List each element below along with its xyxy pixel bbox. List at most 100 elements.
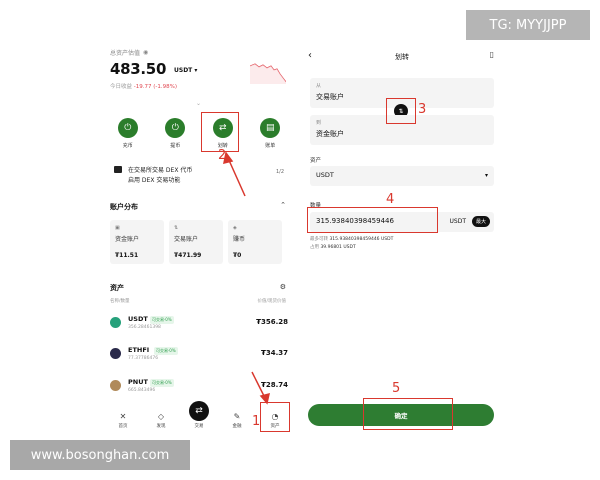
amount-unit: USDT xyxy=(449,218,467,225)
deposit-label: 充币 xyxy=(122,143,133,149)
nav-discover[interactable]: ◇ 发现 xyxy=(147,412,175,429)
dex-pager: 1/2 xyxy=(275,169,284,175)
asset-col-value: 价值/现货价值 xyxy=(257,299,286,304)
trading-account-name: 交易账户 xyxy=(174,236,199,243)
asset-symbol: ETHFI xyxy=(128,346,150,354)
asset-row-ethfi[interactable]: ETHFI 可交易·0% 77.37786476 ₮34.37 xyxy=(110,344,288,368)
deposit-icon: ⏻ xyxy=(117,118,138,138)
asset-value: ₮356.28 xyxy=(256,318,288,326)
total-balance: 483.50 xyxy=(110,60,167,78)
asset-column-headers: 名称/数量 价值/现货价值 xyxy=(110,298,286,304)
nav-trade-label: 交易 xyxy=(194,424,204,429)
trading-account-card[interactable]: ⇅ 交易账户 ₮471.99 xyxy=(169,220,223,264)
dex-line-1: 在交易所交易 DEX 代币 xyxy=(128,167,193,174)
tg-watermark: TG: MYYJJPP xyxy=(466,10,590,40)
from-label: 从 xyxy=(316,83,322,89)
trade-icon: ⇄ xyxy=(189,401,209,421)
dex-banner[interactable]: 在交易所交易 DEX 代币 启用 DEX 交易功能 1/2 xyxy=(110,163,286,187)
step-2-label: 2 xyxy=(218,148,227,163)
to-value: 资金账户 xyxy=(316,130,344,138)
balance-unit-selector[interactable]: USDT ▾ xyxy=(174,67,197,74)
page-title: 划转 xyxy=(395,53,409,61)
expand-chevron-icon[interactable]: ⌄ xyxy=(196,100,201,107)
asset-row-pnut[interactable]: PNUT 可交易·0% 665.843496 ₮28.74 xyxy=(110,376,288,400)
occupied-value: 39.96801 USDT xyxy=(320,245,356,250)
step-1-label: 1 xyxy=(252,414,261,429)
earn-account-name: 赚币 xyxy=(233,236,246,243)
pnut-coin-icon xyxy=(110,380,121,391)
asset-value: ₮28.74 xyxy=(260,381,288,389)
ethfi-coin-icon xyxy=(110,348,121,359)
balance-sparkline xyxy=(250,63,286,84)
max-transferable-label: 最多可转 xyxy=(310,237,328,242)
eye-icon[interactable]: ◉ xyxy=(143,49,148,56)
trading-account-value: ₮471.99 xyxy=(174,252,202,259)
asset-tag: 可交易·0% xyxy=(150,379,174,387)
max-button[interactable]: 最大 xyxy=(471,216,490,227)
assets-screen: 总资产估值 ◉ 483.50 USDT ▾ 今日收益 -19.77 (-1.98… xyxy=(104,40,294,435)
asset-row-usdt[interactable]: USDT 可交易·0% 356.28461398 ₮356.28 xyxy=(110,313,288,337)
withdraw-button[interactable]: ⏻ 提币 xyxy=(157,118,193,149)
asset-symbol: PNUT xyxy=(128,378,148,386)
funding-account-value: ₮11.51 xyxy=(115,252,139,259)
highlight-confirm xyxy=(363,398,453,430)
dropdown-caret-icon: ▾ xyxy=(484,172,488,179)
asset-quantity: 356.28461398 xyxy=(128,325,161,330)
from-value: 交易账户 xyxy=(316,93,344,101)
deposit-button[interactable]: ⏻ 充币 xyxy=(110,118,146,149)
nav-finance[interactable]: ✎ 金融 xyxy=(223,412,251,429)
nav-home-label: 首页 xyxy=(118,423,128,429)
account-cards: ▣ 资金账户 ₮11.51 ⇅ 交易账户 ₮471.99 ◈ 赚币 ₮0 xyxy=(110,220,282,264)
step-5-label: 5 xyxy=(392,381,401,396)
account-section-title: 账户分布 xyxy=(110,203,138,211)
nav-home[interactable]: ✕ 首页 xyxy=(109,412,137,429)
home-icon: ✕ xyxy=(119,411,127,421)
nav-trade[interactable]: ⇄ 交易 xyxy=(185,401,213,429)
withdraw-icon: ⏻ xyxy=(165,118,186,138)
asset-quantity: 665.843496 xyxy=(128,388,156,393)
funding-icon: ▣ xyxy=(115,225,120,231)
earn-account-card[interactable]: ◈ 赚币 ₮0 xyxy=(228,220,282,264)
asset-quantity: 77.37786476 xyxy=(128,356,159,361)
highlight-swap xyxy=(386,98,416,124)
today-pnl: 今日收益 -19.77 (-1.98%) xyxy=(110,82,177,90)
asset-label: 资产 xyxy=(310,158,322,164)
highlight-assets-tab xyxy=(260,402,290,432)
today-pnl-value: -19.77 (-1.98%) xyxy=(133,84,177,90)
nav-finance-label: 金融 xyxy=(232,423,242,429)
nav-discover-label: 发现 xyxy=(156,423,166,429)
discover-icon: ◇ xyxy=(157,411,165,421)
bill-button[interactable]: ▤ 账单 xyxy=(252,118,288,149)
asset-select-value: USDT xyxy=(316,171,334,179)
total-assets-text: 总资产估值 xyxy=(110,50,141,57)
filter-icon[interactable]: ⚙ xyxy=(280,283,286,291)
asset-tag: 可交易·0% xyxy=(150,316,174,324)
to-label: 到 xyxy=(316,120,322,126)
collapse-caret-icon[interactable]: ⌃ xyxy=(280,201,286,209)
finance-icon: ✎ xyxy=(233,411,241,421)
history-icon[interactable]: ▯ xyxy=(490,50,494,59)
step-3-label: 3 xyxy=(418,102,427,117)
usdt-coin-icon xyxy=(110,317,121,328)
site-watermark: www.bosonghan.com xyxy=(10,440,190,470)
occupied-line: 占用 39.96801 USDT xyxy=(310,244,356,250)
asset-section-title: 资产 xyxy=(110,284,124,292)
asset-tag: 可交易·0% xyxy=(154,347,178,355)
screenshot-stage: 总资产估值 ◉ 483.50 USDT ▾ 今日收益 -19.77 (-1.98… xyxy=(0,0,600,480)
asset-value: ₮34.37 xyxy=(260,349,288,357)
today-pnl-label: 今日收益 xyxy=(110,84,133,90)
dex-line-2: 启用 DEX 交易功能 xyxy=(128,177,181,184)
max-transferable-value: 315.93840398459446 USDT xyxy=(329,237,394,242)
step-4-label: 4 xyxy=(386,192,395,207)
asset-select[interactable]: USDT ▾ xyxy=(310,166,494,186)
bill-icon: ▤ xyxy=(260,118,281,138)
earn-account-value: ₮0 xyxy=(233,252,242,259)
funding-account-name: 资金账户 xyxy=(115,236,140,243)
occupied-label: 占用 xyxy=(310,245,319,250)
max-transferable-line: 最多可转 315.93840398459446 USDT xyxy=(310,236,393,242)
annotation-arrows xyxy=(223,151,270,405)
asset-col-name: 名称/数量 xyxy=(110,299,130,304)
earn-icon: ◈ xyxy=(233,225,237,231)
quick-actions: ⏻ 充币 ⏻ 提币 ⇄ 划转 ▤ 账单 xyxy=(104,118,294,149)
funding-account-card[interactable]: ▣ 资金账户 ₮11.51 xyxy=(110,220,164,264)
